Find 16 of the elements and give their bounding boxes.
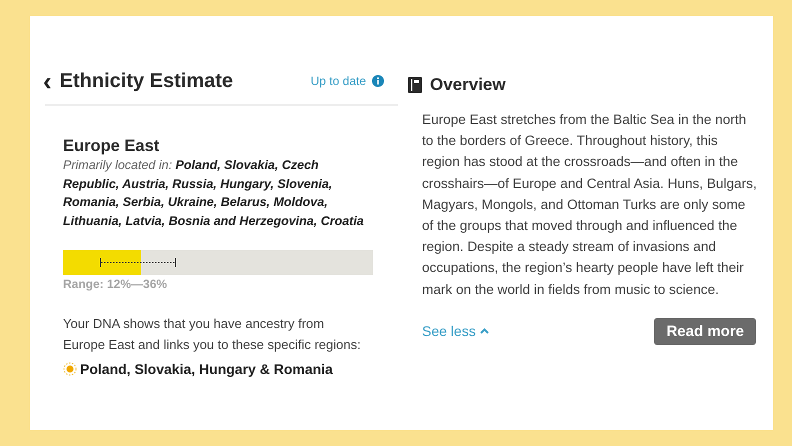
read-more-button[interactable]: Read more	[654, 318, 756, 345]
caret-icon	[480, 328, 489, 334]
overview-title: Overview	[430, 75, 506, 95]
subregion-name: Poland, Slovakia, Hungary & Romania	[80, 361, 333, 377]
back-button[interactable]: ‹	[43, 68, 52, 94]
status-link[interactable]: Up to date	[310, 68, 384, 94]
see-less-link[interactable]: See less	[422, 323, 489, 340]
region-name: Europe East	[63, 136, 160, 156]
overview-text: Europe East stretches from the Baltic Sea in the north to the borders of Greece. Throughout history, this region has stood at the crossroads—and often in the crosshairs—of Europe and Central Asia. Huns, Bulgars, Magyars, Mongols, and Ottoman Turks are only some of the groups that moved through and influenced the region. Despite a steady stream of invasions and occupations, the region’s hearty people have left their mark on the world in fields from music to science.	[422, 111, 758, 299]
range-label: Range: 12%—36%	[63, 277, 168, 291]
location-list: Primarily located in: Poland, Slovakia, Czech Republic, Austria, Russia, Hungary, Slovenia, Romania, Serbia, Ukraine, Belarus, Moldova, Lithuania, Latvia, Bosnia and Herzegovina, Croatia	[63, 156, 373, 230]
page-title: Ethnicity Estimate	[60, 69, 234, 94]
ancestry-text: Your DNA shows that you have ancestry from Europe East and links you to these specific regions:	[63, 315, 362, 354]
info-icon	[372, 75, 384, 87]
book-icon	[408, 77, 422, 93]
sun-icon	[63, 362, 77, 376]
